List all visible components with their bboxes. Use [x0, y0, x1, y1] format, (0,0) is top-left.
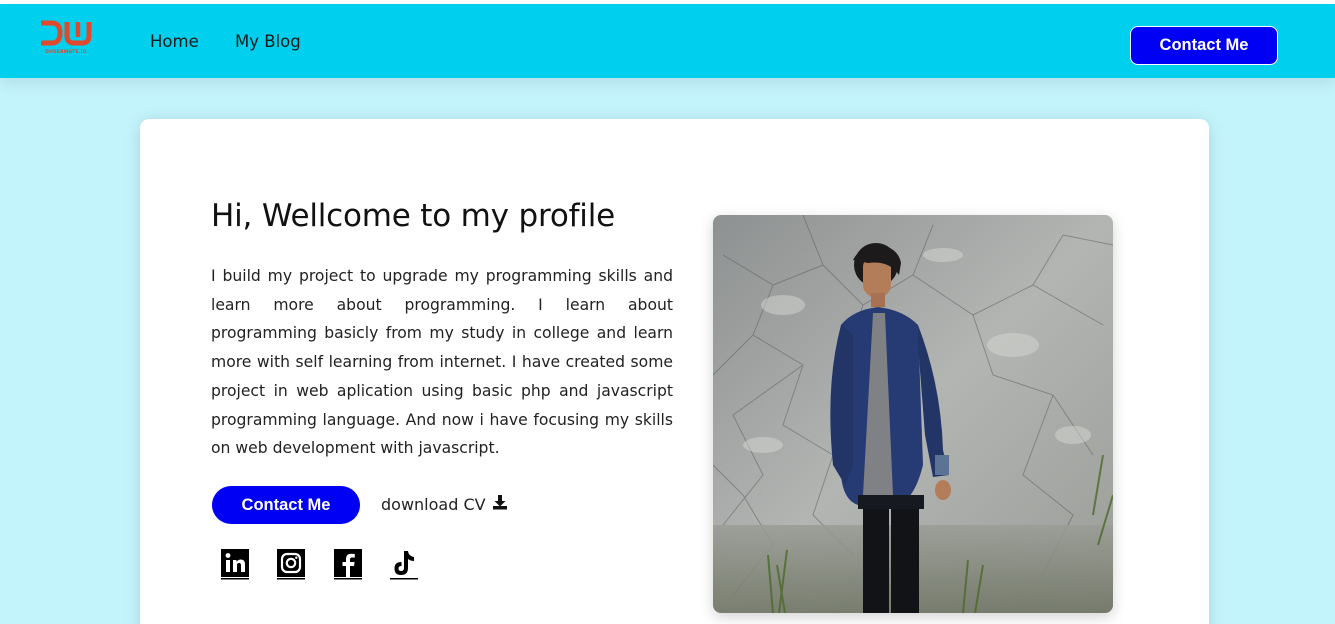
- nav-link-home[interactable]: Home: [150, 32, 199, 51]
- profile-description: I build my project to upgrade my program…: [211, 267, 673, 458]
- page-title: Hi, Wellcome to my profile: [211, 198, 615, 234]
- navbar: DUSERMATE.ID Home My Blog Contact Me: [0, 4, 1335, 78]
- nav-link-blog[interactable]: My Blog: [235, 32, 301, 51]
- linkedin-icon[interactable]: [220, 548, 250, 580]
- download-cv-link[interactable]: download CV: [381, 494, 508, 514]
- download-icon: [492, 494, 508, 514]
- profile-photo: [713, 215, 1113, 613]
- contact-button[interactable]: Contact Me: [212, 486, 360, 524]
- facebook-icon[interactable]: [333, 548, 363, 580]
- logo-text: DUSERMATE.ID: [45, 50, 87, 55]
- tiktok-icon[interactable]: [389, 548, 419, 580]
- nav-contact-button[interactable]: Contact Me: [1130, 26, 1278, 65]
- instagram-icon[interactable]: [276, 548, 306, 580]
- download-cv-label: download CV: [381, 494, 486, 514]
